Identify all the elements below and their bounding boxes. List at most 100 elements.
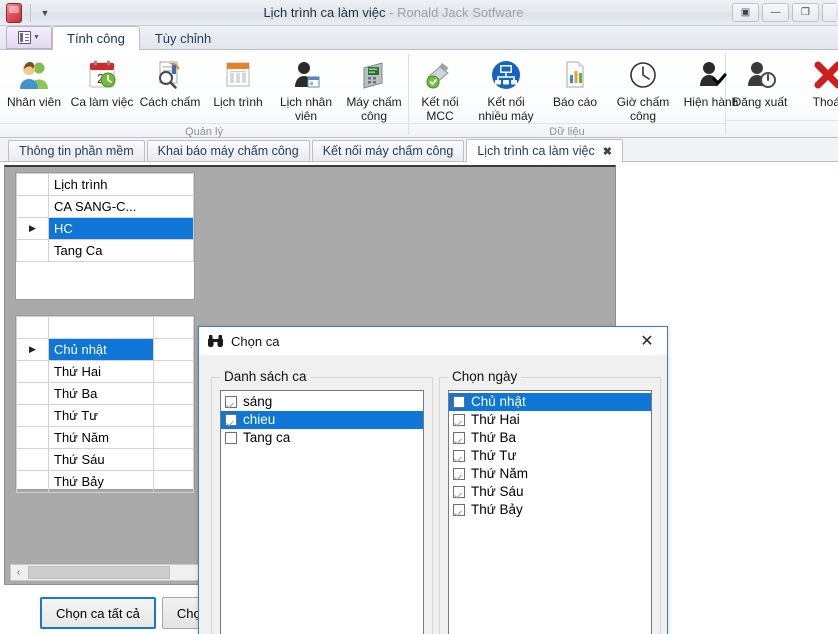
list-item[interactable]: Thứ Bảy [449,501,651,519]
chevron-down-icon[interactable]: ▼ [35,3,55,23]
ribbon-button-ket-noi-nhieu-may[interactable]: Kết nối nhiều máy [471,55,541,123]
doc-tab-khai-bao-may-cham-cong[interactable]: Khai báo máy chấm công [147,140,310,161]
table-row[interactable]: Thứ Hai [17,361,194,383]
file-menu-button[interactable]: ▼ [6,26,52,49]
select-shift-dialog: Chọn ca ✕ Danh sách ca sáng chieu [198,326,668,634]
table-row[interactable]: Thứ Ba [17,383,194,405]
cell-extra[interactable] [154,449,194,471]
cell-day-name[interactable]: Thứ Ba [49,383,154,405]
shift-checkbox-list[interactable]: sáng chieu Tang ca [220,390,424,634]
app-icon [6,3,22,23]
list-item[interactable]: sáng [221,393,423,411]
table-row[interactable]: Thứ Tư [17,405,194,427]
doc-tab-label: Lịch trình ca làm việc [477,144,594,158]
cell-day-name[interactable]: Thứ Năm [49,427,154,449]
cell-schedule-name[interactable]: Tang Ca [49,240,194,262]
list-item[interactable]: Tang ca [221,429,423,447]
cell-extra[interactable] [154,383,194,405]
ribbon-button-lich-nhan-vien[interactable]: Lịch nhân viên [272,55,340,123]
close-icon[interactable]: ✕ [633,329,661,353]
cell-schedule-name[interactable]: CA SANG-C... [49,196,194,218]
schedule-grid[interactable]: Lịch trình CA SANG-C... ▶ HC Tang Ca [15,172,195,300]
day-list-group: Chọn ngày Chủ nhật Thứ Hai Thứ Ba [439,377,661,634]
cell-day-name[interactable]: Thứ Sáu [49,449,154,471]
checkbox-icon[interactable] [453,486,465,498]
ribbon-button-bao-cao[interactable]: Báo cáo [541,55,609,109]
checkbox-icon[interactable] [453,450,465,462]
doc-tab-lich-trinh-ca-lam-viec[interactable]: Lịch trình ca làm việc ✖ [466,139,623,162]
table-row[interactable]: Thứ Năm [17,427,194,449]
ribbon-tab-tuy-chinh[interactable]: Tùy chỉnh [140,26,226,49]
doc-tab-ket-noi-may-cham-cong[interactable]: Kết nối máy chấm công [312,140,465,161]
maximize-button[interactable]: ❐ [792,3,819,22]
column-header-lich-trinh[interactable]: Lịch trình [49,174,194,196]
document-tab-strip: Thông tin phần mềm Khai báo máy chấm côn… [0,138,838,162]
ribbon-button-label: Nhân viên [0,95,68,109]
checkbox-icon[interactable] [453,396,465,408]
close-icon[interactable]: ✖ [603,145,612,158]
cell-extra[interactable] [154,361,194,383]
cell-extra[interactable] [154,339,194,361]
checkbox-icon[interactable] [225,432,237,444]
ribbon-button-thoat[interactable]: Thoát [794,55,838,109]
ribbon-group-label [726,120,838,137]
list-item[interactable]: Thứ Hai [449,411,651,429]
row-marker [17,383,49,405]
checkbox-icon[interactable] [453,468,465,480]
select-all-shifts-button[interactable]: Chọn ca tất cả [40,597,156,629]
ribbon-button-label: Kết nối MCC [409,95,471,123]
ribbon-group-items: Đăng xuất Thoát [726,50,838,120]
minimize-button[interactable]: — [762,3,789,22]
day-checkbox-list[interactable]: Chủ nhật Thứ Hai Thứ Ba Thứ Tư [448,390,652,634]
list-item[interactable]: Thứ Ba [449,429,651,447]
table-row[interactable]: CA SANG-C... [17,196,194,218]
cell-extra[interactable] [154,471,194,493]
ribbon-button-ket-noi-mcc[interactable]: Kết nối MCC [409,55,471,123]
time-clock-device-icon [357,57,391,93]
days-grid[interactable]: ▶ Chủ nhật Thứ Hai Thứ Ba [15,315,195,490]
column-header-extra[interactable] [154,317,194,339]
doc-tab-thong-tin-phan-mem[interactable]: Thông tin phần mềm [8,140,145,161]
chevron-down-icon: ▼ [33,34,40,41]
list-item[interactable]: Chủ nhật [449,393,651,411]
ribbon-button-gio-cham-cong[interactable]: Giờ chấm công [609,55,677,123]
cell-schedule-name[interactable]: HC [49,218,194,240]
list-item[interactable]: Thứ Sáu [449,483,651,501]
ribbon-tab-tinh-cong[interactable]: Tính công [52,26,140,50]
ribbon-button-may-cham-cong[interactable]: Máy chấm công [340,55,408,123]
cell-day-name[interactable]: Thứ Hai [49,361,154,383]
cell-extra[interactable] [154,427,194,449]
checkbox-icon[interactable] [453,432,465,444]
checkbox-icon[interactable] [225,396,237,408]
list-item-label: Thứ Sáu [471,484,524,500]
ribbon-button-lich-trinh[interactable]: Lịch trình [204,55,272,109]
cell-day-name[interactable]: Chủ nhật [49,339,154,361]
clock-icon [626,57,660,93]
ribbon-group-items: Kết nối MCC Kết nố [409,50,725,123]
scroll-left-icon[interactable]: ‹ [11,565,26,580]
cell-extra[interactable] [154,405,194,427]
list-item[interactable]: Thứ Năm [449,465,651,483]
checkbox-icon[interactable] [225,414,237,426]
checkbox-icon[interactable] [453,504,465,516]
scrollbar-thumb[interactable] [28,566,170,579]
cell-day-name[interactable]: Thứ Tư [49,405,154,427]
ribbon-button-nhan-vien[interactable]: Nhân viên [0,55,68,109]
window-title-main: Lịch trình ca làm việc [263,5,385,20]
ribbon-button-cach-cham[interactable]: Cách chấm [136,55,204,109]
row-selector-header [17,174,49,196]
cell-day-name[interactable]: Thứ Bảy [49,471,154,493]
table-row[interactable]: ▶ Chủ nhật [17,339,194,361]
column-header-day[interactable] [49,317,154,339]
list-item[interactable]: chieu [221,411,423,429]
table-row[interactable]: Tang Ca [17,240,194,262]
close-button[interactable] [822,3,836,22]
restore-layout-button[interactable]: ▣ [732,3,759,22]
table-row[interactable]: Thứ Sáu [17,449,194,471]
ribbon-button-dang-xuat[interactable]: Đăng xuất [726,55,794,109]
ribbon-button-ca-lam-viec[interactable]: 2 Ca làm việc [68,55,136,109]
checkbox-icon[interactable] [453,414,465,426]
table-row[interactable]: ▶ HC [17,218,194,240]
list-item[interactable]: Thứ Tư [449,447,651,465]
table-row[interactable]: Thứ Bảy [17,471,194,493]
